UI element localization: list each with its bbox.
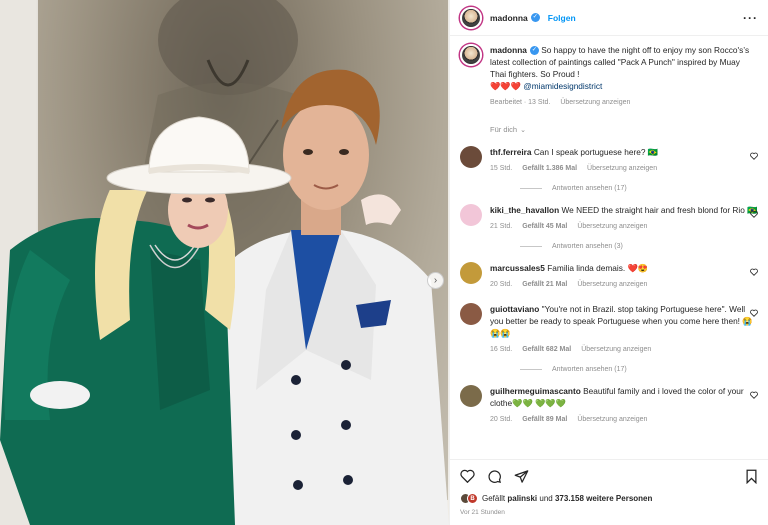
comment-item: thf.ferreira Can I speak portuguese here… [460, 146, 758, 192]
chevron-down-icon: ⌄ [520, 126, 526, 134]
comment-heart-icon[interactable] [750, 309, 758, 317]
bookmark-icon[interactable] [745, 469, 758, 484]
comment-translate-link[interactable]: Übersetzung anzeigen [581, 344, 651, 356]
comment-item: marcussales5 Familia linda demais. ❤️😍 2… [460, 262, 758, 291]
cowboy-hat [106, 116, 292, 195]
comment-text: We NEED the straight hair and fresh blon… [561, 205, 758, 215]
commenter-avatar[interactable] [460, 146, 482, 168]
commenter-avatar[interactable] [460, 204, 482, 226]
comment-item: kiki_the_havallon We NEED the straight h… [460, 204, 758, 250]
comment-likes[interactable]: Gefällt 21 Mal [522, 279, 567, 291]
comment-likes[interactable]: Gefällt 45 Mal [522, 221, 567, 233]
caption-text: So happy to have the night off to enjoy … [490, 45, 750, 79]
caption-block: madonna ✓ So happy to have the night off … [460, 44, 758, 109]
mention-link[interactable]: @miamidesigndistrict [523, 81, 602, 91]
comment-likes[interactable]: Gefällt 682 Mal [522, 344, 571, 356]
comment-heart-icon[interactable] [750, 391, 758, 399]
more-icon[interactable]: ··· [743, 11, 758, 25]
post-side-panel: madonna ✓ Folgen ··· madonna ✓ So happy t… [449, 0, 768, 525]
comment-heart-icon[interactable] [750, 152, 758, 160]
commenter-username[interactable]: guilhermeguimascanto [490, 386, 581, 396]
comment-item: guilhermeguimascanto Beautiful family an… [460, 385, 758, 426]
comment-translate-link[interactable]: Übersetzung anzeigen [577, 414, 647, 426]
likes-text: Gefällt palinski und 373.158 weitere Per… [482, 494, 652, 503]
action-bar: B Gefällt palinski und 373.158 weitere P… [450, 459, 768, 525]
likes-prefix: Gefällt [482, 494, 506, 503]
post-time: Vor 21 Stunden [460, 509, 505, 516]
comment-heart-icon[interactable] [750, 210, 758, 218]
comment-time: 16 Std. [490, 346, 513, 353]
comment-likes[interactable]: Gefällt 1.386 Mal [522, 163, 577, 175]
view-replies-link[interactable]: Antworten ansehen (17) [520, 366, 758, 373]
comment-heart-icon[interactable] [750, 268, 758, 276]
verified-icon: ✓ [529, 46, 539, 56]
comment-time: 21 Std. [490, 223, 513, 230]
likes-and: und [539, 494, 553, 503]
view-replies-link[interactable]: Antworten ansehen (3) [520, 243, 758, 250]
post-header: madonna ✓ Folgen ··· [450, 0, 768, 36]
comments-scroll[interactable]: madonna ✓ So happy to have the night off … [450, 36, 768, 459]
comments-list: thf.ferreira Can I speak portuguese here… [460, 146, 758, 426]
comment-time: 20 Std. [490, 281, 513, 288]
commenter-avatar[interactable] [460, 303, 482, 325]
comment-icon[interactable] [487, 469, 502, 484]
commenter-username[interactable]: thf.ferreira [490, 147, 532, 157]
follow-button[interactable]: Folgen [548, 13, 576, 23]
caption-translate-link[interactable]: Übersetzung anzeigen [560, 97, 630, 109]
commenter-username[interactable]: marcussales5 [490, 263, 545, 273]
comment-translate-link[interactable]: Übersetzung anzeigen [587, 163, 657, 175]
share-icon[interactable] [514, 469, 529, 484]
likes-summary: B Gefällt palinski und 373.158 weitere P… [460, 493, 758, 504]
heart-icon[interactable] [460, 469, 475, 483]
comment-translate-link[interactable]: Übersetzung anzeigen [577, 221, 647, 233]
edited-time: Bearbeitet · 13 Std. [490, 99, 551, 106]
likes-count[interactable]: 373.158 weitere Personen [555, 494, 652, 503]
post-photo: › [0, 0, 449, 525]
sort-dropdown[interactable]: Für dich ⌄ [490, 125, 758, 134]
caption-username[interactable]: madonna [490, 45, 527, 55]
caption-avatar[interactable] [460, 44, 482, 66]
sort-label: Für dich [490, 125, 518, 134]
author-avatar[interactable] [460, 6, 482, 29]
instagram-post-view: › madonna ✓ Folgen ··· madonna ✓ So happy… [0, 0, 768, 525]
liked-by-user[interactable]: palinski [507, 494, 537, 503]
comment-text: Can I speak portuguese here? 🇧🇷 [533, 147, 659, 157]
author-username[interactable]: madonna [490, 13, 528, 23]
comment-time: 15 Std. [490, 165, 513, 172]
next-image-button[interactable]: › [427, 272, 444, 289]
chevron-right-icon: › [433, 275, 438, 286]
commenter-avatar[interactable] [460, 385, 482, 407]
comment-time: 20 Std. [490, 416, 513, 423]
commenter-avatar[interactable] [460, 262, 482, 284]
comment-item: guiottaviano "You're not in Brazil. stop… [460, 303, 758, 373]
liker-avatar-badge[interactable]: B [467, 493, 478, 504]
comment-likes[interactable]: Gefällt 89 Mal [522, 414, 567, 426]
comment-text: Familia linda demais. ❤️😍 [547, 263, 649, 273]
verified-icon: ✓ [530, 13, 540, 22]
commenter-username[interactable]: guiottaviano [490, 304, 539, 314]
caption-hearts: ❤️❤️❤️ [490, 81, 521, 91]
commenter-username[interactable]: kiki_the_havallon [490, 205, 559, 215]
comment-translate-link[interactable]: Übersetzung anzeigen [577, 279, 647, 291]
view-replies-link[interactable]: Antworten ansehen (17) [520, 185, 758, 192]
